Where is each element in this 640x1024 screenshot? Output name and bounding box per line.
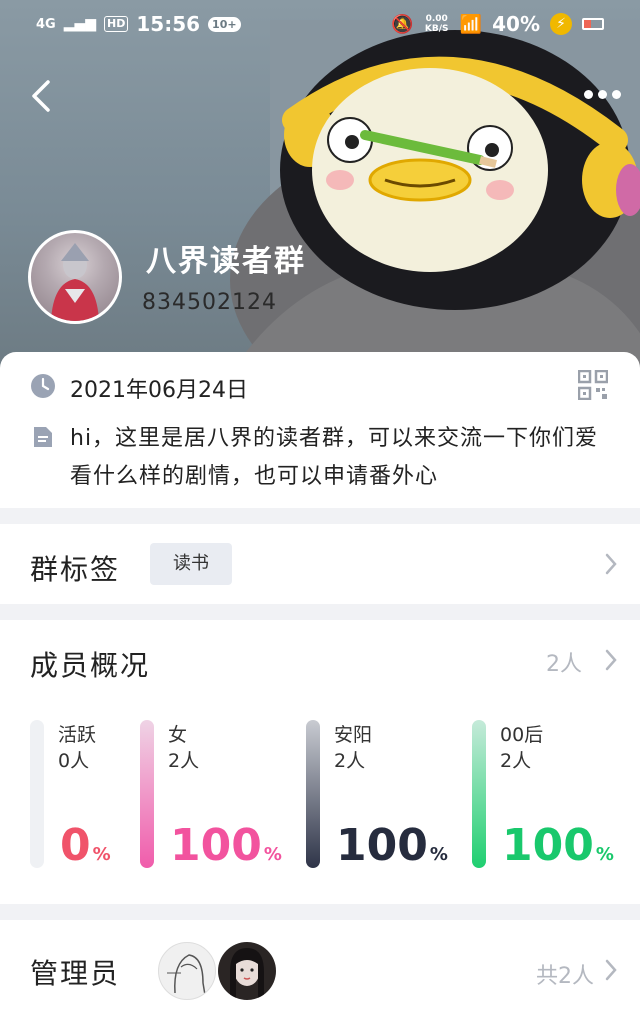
hd-badge: HD [104,16,129,32]
net-speed: 0.00 KB/S [424,14,449,34]
stat-bar-fill [306,720,320,868]
stat-bar [472,720,486,868]
group-id: 834502124 [142,290,277,315]
group-header-banner: 4G ▂▄▆ HD 15:56 10+ 🔕 0.00 KB/S 📶 40% ⚡ … [0,0,640,380]
admins-title: 管理员 [30,957,121,990]
admin-avatar[interactable] [218,942,276,1000]
stat-bar [30,720,44,868]
group-avatar[interactable] [28,230,122,324]
group-name: 八界读者群 [146,244,306,279]
stat-bar [306,720,320,868]
stat-female: 女 2人 100% [140,720,290,870]
stat-count: 2人 [168,750,200,772]
photo-portrait-icon [230,948,264,1000]
stat-label: 活跃 [58,724,97,746]
wifi-icon: 📶 [459,13,483,35]
charging-icon: ⚡ [550,13,572,35]
penguin-cover-image [230,30,640,380]
chevron-right-icon[interactable] [604,648,618,672]
stat-count: 2人 [334,750,366,772]
battery-level: 40% [492,12,540,36]
chevron-right-icon[interactable] [604,958,618,982]
members-title: 成员概况 [30,649,151,682]
stat-label: 00后 [500,724,544,746]
chevron-right-icon[interactable] [604,552,618,576]
stat-count: 0人 [58,750,90,772]
status-bar: 4G ▂▄▆ HD 15:56 10+ 🔕 0.00 KB/S 📶 40% ⚡ [0,0,640,46]
tag-chip: 读书 [150,543,232,585]
more-options-icon[interactable] [584,90,624,102]
stat-bar-fill [472,720,486,868]
notification-badge: 10+ [208,16,241,32]
clock-icon [31,374,55,398]
stat-percent: 100% [336,820,448,871]
admins-total: 共2人 [536,964,594,989]
stat-bar-fill [140,720,154,868]
stat-percent: 0% [60,820,111,871]
group-description: hi，这里是居八界的读者群，可以来交流一下你们爱看什么样的剧情，也可以申请番外心 [70,426,599,489]
created-date: 2021年06月24日 [70,378,248,403]
avatar-figure-icon [51,243,99,321]
stat-count: 2人 [500,750,532,772]
battery-icon [582,18,604,30]
stat-percent: 100% [502,820,614,871]
sketch-portrait-icon [167,954,206,996]
stat-age-group: 00后 2人 100% [472,720,622,870]
stat-bar [140,720,154,868]
stat-percent: 100% [170,820,282,871]
signal-icon: ▂▄▆ [63,16,97,32]
stat-label: 女 [168,724,188,746]
clock: 15:56 [136,12,201,36]
document-icon [34,427,52,447]
network-indicator: 4G [36,16,56,32]
members-count[interactable]: 2人 [546,646,582,678]
mute-icon: 🔕 [391,13,414,35]
admin-avatar[interactable] [158,942,216,1000]
stat-label: 安阳 [334,724,373,746]
stat-location: 安阳 2人 100% [306,720,456,870]
qr-code-icon[interactable] [578,370,608,400]
back-arrow-icon[interactable] [26,76,62,116]
tags-title: 群标签 [30,553,121,586]
